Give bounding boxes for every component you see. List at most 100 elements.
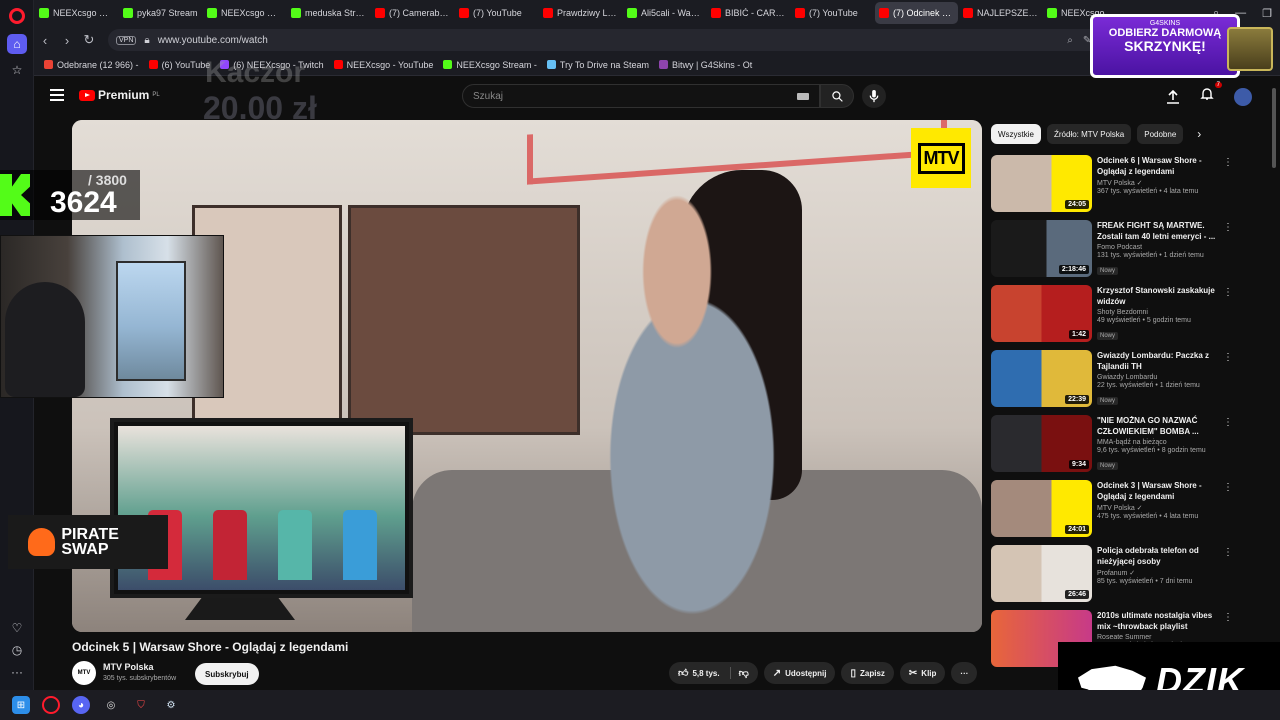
video-thumbnail[interactable]: 24:05 [991,155,1092,212]
tab-4[interactable]: (7) Cameraboy: I [371,2,454,24]
youtube-logo[interactable]: Premium PL [79,88,160,102]
back-icon[interactable]: ‹ [34,33,56,48]
recommendations: 24:05 Odcinek 6 | Warsaw Shore - Oglądaj … [991,153,1241,673]
bookmark-0[interactable]: Odebrane (12 966) - [44,60,139,70]
url-text[interactable]: www.youtube.com/watch [158,35,268,46]
scrollbar[interactable] [1272,88,1276,168]
kebab-menu-icon[interactable]: ⋮ [1223,482,1233,493]
video-title[interactable]: 2010s ultimate nostalgia vibes mix ~thro… [1097,610,1221,632]
bookmark-3[interactable]: NEEXcsgo - YouTube [333,60,433,70]
search-input[interactable]: Szukaj [462,84,820,108]
recommended-video[interactable]: 22:39 Gwiazdy Lombardu: Paczka z Tajlandi… [991,348,1241,413]
stool-blue [343,510,377,580]
channel-name: MTV Polska ✓ [1097,505,1143,512]
recommended-video[interactable]: 9:34 "NIE MOŻNA GO NAZWAĆ CZŁOWIEKIEM" BO… [991,413,1241,478]
kebab-menu-icon[interactable]: ⋮ [1223,612,1233,623]
reload-icon[interactable]: ↻ [78,32,100,48]
heart-icon[interactable]: ♡ [7,618,27,638]
search-icon[interactable]: ⌕ [1067,35,1073,46]
thumbs-down-icon[interactable]: 👎︎ [729,667,749,679]
channel-avatar[interactable]: MTV [72,661,96,685]
windows-start-icon[interactable]: ⊞ [12,696,30,714]
tab-5[interactable]: (7) YouTube [455,2,538,24]
home-icon[interactable]: ⌂ [7,34,27,54]
tab-7[interactable]: Ali5cali - Watch [623,2,706,24]
tab-10[interactable]: (7) Odcinek 5 | Warsz [875,2,958,24]
video-thumbnail[interactable]: 2:18:46 [991,220,1092,277]
video-thumbnail[interactable]: 26:46 [991,545,1092,602]
tab-0[interactable]: NEEXcsgo Stream [35,2,118,24]
url-field[interactable]: VPN 🔒︎ www.youtube.com/watch ⌕ ✎ ◉ [108,29,1118,51]
more-actions-button[interactable]: ··· [951,662,978,684]
kebab-menu-icon[interactable]: ⋮ [1223,287,1233,298]
recommended-video[interactable]: 2:18:46 FREAK FIGHT SĄ MARTWE. Zostali ta… [991,218,1241,283]
video-title[interactable]: Policja odebrała telefon od nieżyjącej o… [1097,545,1221,567]
clip-button[interactable]: ✂ Klip [899,662,946,684]
search-button[interactable] [820,84,854,108]
video-title[interactable]: FREAK FIGHT SĄ MARTWE. Zostali tam 40 le… [1097,220,1221,242]
kebab-menu-icon[interactable]: ⋮ [1223,547,1233,558]
kebab-menu-icon[interactable]: ⋮ [1223,352,1233,363]
tab-1[interactable]: pyka97 Stream [119,2,202,24]
like-button[interactable]: 👍︎ 5,8 tys. 👎︎ [669,662,758,684]
favicon-icon [443,60,453,69]
chip-all[interactable]: Wszystkie [991,124,1041,144]
discord-icon[interactable]: ◕ [72,696,90,714]
bookmark-6[interactable]: Bitwy | G4Skins - Ot [658,60,752,70]
opera-logo-icon[interactable] [9,8,25,24]
more-icon[interactable]: ··· [7,662,27,682]
video-thumbnail[interactable]: 1:42 [991,285,1092,342]
tab-8[interactable]: BIBIĆ - CARGO [707,2,790,24]
subscribe-button[interactable]: Subskrybuj [195,663,259,685]
restore-icon[interactable]: ❐ [1262,7,1272,20]
vpn-badge[interactable]: VPN [116,35,137,45]
g4skins-promo: G4SKINS ODBIERZ DARMOWĄ SKRZYNKĘ! [1090,14,1273,78]
upload-icon[interactable] [1166,89,1180,104]
video-title[interactable]: "NIE MOŻNA GO NAZWAĆ CZŁOWIEKIEM" BOMBA … [1097,415,1221,437]
recommended-video[interactable]: 24:01 Odcinek 3 | Warsaw Shore - Oglądaj … [991,478,1241,543]
tab-9[interactable]: (7) YouTube [791,2,874,24]
video-title[interactable]: Krzysztof Stanowski zaskakuje widzów [1097,285,1221,307]
kebab-menu-icon[interactable]: ⋮ [1223,222,1233,233]
stool-red-2 [213,510,247,580]
video-thumbnail[interactable]: 24:01 [991,480,1092,537]
steam-icon[interactable]: ⚙ [162,696,180,714]
tab-3[interactable]: meduska Stream [287,2,370,24]
recommended-video[interactable]: 26:46 Policja odebrała telefon od nieżyją… [991,543,1241,608]
video-thumbnail[interactable]: 9:34 [991,415,1092,472]
chip-source[interactable]: Źródło: MTV Polska [1047,124,1132,144]
channel-name[interactable]: MTV Polska [103,662,154,672]
kebab-menu-icon[interactable]: ⋮ [1223,157,1233,168]
bookmark-label: Odebrane (12 966) - [57,59,139,70]
forward-icon[interactable]: › [56,33,78,48]
menu-icon[interactable] [50,89,64,101]
tab-2[interactable]: NEEXcsgo Stream [203,2,286,24]
shield-icon[interactable]: ⛉ [132,696,150,714]
voice-search-button[interactable] [862,84,886,108]
kebab-menu-icon[interactable]: ⋮ [1223,417,1233,428]
avatar[interactable] [1234,87,1252,106]
star-icon[interactable]: ☆ [7,60,27,80]
opera-icon[interactable] [42,696,60,714]
bookmark-1[interactable]: (6) YouTube [148,60,210,70]
tab-11[interactable]: NAJLEPSZE MO [959,2,1042,24]
share-button[interactable]: ↗ Udostępnij [763,662,836,684]
chevron-right-icon[interactable]: › [1197,127,1201,141]
obs-icon[interactable]: ◎ [102,696,120,714]
video-thumbnail[interactable]: 22:39 [991,350,1092,407]
recommended-video[interactable]: 24:05 Odcinek 6 | Warsaw Shore - Oglądaj … [991,153,1241,218]
notifications-button[interactable]: 7 [1200,82,1222,106]
tab-6[interactable]: Prawdziwy Lomb [539,2,622,24]
bookmark-4[interactable]: NEEXcsgo Stream - [443,60,537,70]
recommended-video[interactable]: 1:42 Krzysztof Stanowski zaskakuje widzów… [991,283,1241,348]
video-title[interactable]: Gwiazdy Lombardu: Paczka z Tajlandii TH [1097,350,1221,372]
bookmark-5[interactable]: Try To Drive na Steam [546,60,649,70]
video-title[interactable]: Odcinek 3 | Warsaw Shore - Oglądaj z leg… [1097,480,1221,502]
history-icon[interactable]: ◷ [7,640,27,660]
chip-similar[interactable]: Podobne [1137,124,1184,144]
video-duration: 1:42 [1068,330,1089,339]
keyboard-icon[interactable] [797,92,809,100]
video-title[interactable]: Odcinek 6 | Warsaw Shore - Oglądaj z leg… [1097,155,1221,177]
save-button[interactable]: ▯ Zapisz [841,662,894,684]
scissors-icon: ✂ [908,667,918,679]
